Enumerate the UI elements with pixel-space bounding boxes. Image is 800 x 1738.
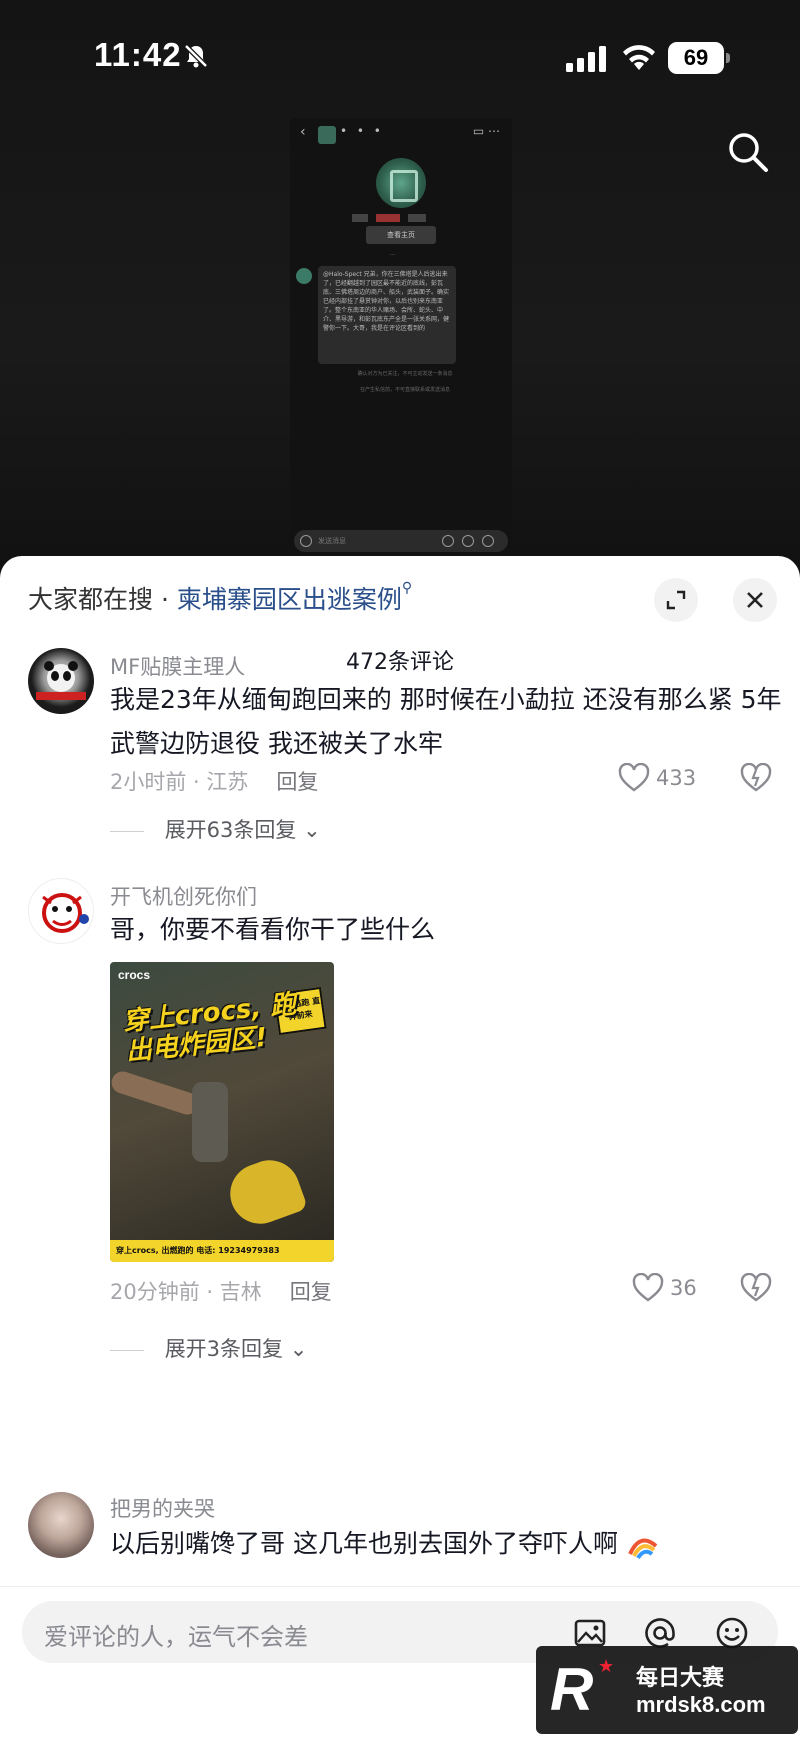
panda-avatar-icon	[36, 661, 86, 700]
avatar[interactable]	[28, 878, 94, 944]
embedded-topbar: ‹ • • • ▭ ⋯	[296, 124, 506, 144]
camera-icon	[300, 535, 312, 547]
heart-icon	[632, 1273, 664, 1302]
battery-indicator: 69	[668, 42, 730, 74]
expand-replies-button[interactable]: 展开3条回复 ⌄	[110, 1333, 308, 1363]
status-bar: 11:42 69	[0, 0, 800, 115]
like-button[interactable]: 433	[618, 763, 696, 793]
heart-icon	[618, 763, 650, 792]
site-watermark: R ★ 每日大赛 mrdsk8.com	[536, 1646, 798, 1734]
embedded-profile-avatar	[376, 158, 426, 208]
watermark-logo: R	[550, 1656, 594, 1723]
expand-sheet-button[interactable]	[654, 578, 698, 622]
comment-time-location: 20分钟前 · 吉林	[110, 1280, 262, 1304]
watermark-title: 每日大赛	[636, 1666, 725, 1691]
reply-button[interactable]: 回复	[290, 1280, 332, 1304]
comment-username[interactable]: 把男的夹哭	[110, 1493, 215, 1523]
crocs-headline: 穿上crocs, 跑出电炸园区!	[121, 989, 298, 1068]
search-icon[interactable]	[726, 130, 770, 174]
cellular-signal-icon	[566, 46, 606, 72]
comment-text: 我是23年从缅甸跑回来的 那时候在小勐拉 还没有那么紧 5年武警边防退役 我还被…	[110, 685, 782, 758]
comment-sheet: 大家都在搜 · 柬埔寨园区出逃案例⚲ 472条评论 MF贴膜主理人 我是23年从	[0, 556, 800, 1738]
comment-username[interactable]: MF贴膜主理人	[110, 651, 245, 681]
close-sheet-button[interactable]	[733, 578, 777, 622]
watermark-url: mrdsk8.com	[636, 1692, 766, 1717]
comment-text: 以后别嘴馋了哥 这几年也别去国外了夺吓人啊	[110, 1522, 790, 1566]
back-arrow-icon: ‹	[300, 124, 306, 140]
like-count: 36	[670, 1276, 697, 1300]
comment-image[interactable]: crocs 园区逃跑 直奔前来 穿上crocs, 跑出电炸园区! 穿上crocs…	[110, 962, 334, 1262]
emoji-icon	[462, 535, 474, 547]
embedded-message-input: 发送消息	[294, 530, 508, 552]
embedded-tag	[376, 214, 400, 222]
image-runner	[192, 1082, 228, 1162]
star-icon: ★	[598, 1656, 615, 1677]
crocs-logo: crocs	[118, 968, 151, 982]
image-shoe	[221, 1151, 309, 1233]
comment-time-location: 2小时前 · 江苏	[110, 770, 249, 794]
dislike-icon[interactable]	[740, 763, 772, 793]
blurred-name: • • •	[340, 124, 384, 138]
crocs-footer: 穿上crocs, 出燃跑的 电话: 19234979383	[110, 1240, 334, 1262]
embedded-tag	[408, 214, 426, 222]
reply-button[interactable]: 回复	[276, 770, 318, 794]
comment-text: 哥，你要不看看你干了些什么	[110, 915, 436, 944]
embedded-tag	[352, 214, 368, 222]
status-time: 11:42	[94, 36, 182, 73]
comment-meta: 2小时前 · 江苏 回复	[110, 766, 318, 796]
rainbow-emoji-icon	[628, 1538, 658, 1560]
mini-avatar	[318, 126, 336, 144]
search-small-icon: ⚲	[401, 580, 413, 596]
clown-avatar-icon	[42, 893, 89, 933]
avatar[interactable]	[28, 1492, 94, 1558]
view-profile-button: 查看主页	[366, 226, 436, 244]
hot-search-term[interactable]: 柬埔寨园区出逃案例	[177, 585, 402, 614]
expand-icon	[666, 590, 686, 610]
voice-icon	[442, 535, 454, 547]
embedded-footnote: 确认对方为已关注，不可主动发送一条消息	[357, 371, 453, 377]
plus-icon	[482, 535, 494, 547]
embedded-footnote: 在产生私信前，不可直接联系或发送消息	[359, 387, 450, 393]
embedded-time: ···	[390, 252, 396, 259]
avatar[interactable]	[28, 648, 94, 714]
more-icon: ▭ ⋯	[472, 124, 500, 138]
embedded-message-bubble: @Halo-Spect 兄弟，你在三佛塔是人后逃出来了，已经翻越到了园区最不能近…	[318, 266, 456, 364]
comment-input-placeholder: 爱评论的人，运气不会差	[44, 1623, 308, 1651]
hot-search-bar[interactable]: 大家都在搜 · 柬埔寨园区出逃案例⚲	[28, 580, 412, 616]
comment-meta: 20分钟前 · 吉林 回复	[110, 1276, 332, 1306]
embedded-message-avatar	[296, 268, 312, 284]
hot-search-prefix: 大家都在搜 ·	[28, 585, 177, 614]
comment-username[interactable]: 开飞机创死你们	[110, 881, 257, 911]
embedded-chat-screenshot: ‹ • • • ▭ ⋯ 查看主页 ··· @Halo-Spect 兄弟，你在三佛…	[290, 118, 512, 558]
bell-muted-icon	[184, 44, 208, 68]
wifi-icon	[623, 45, 655, 70]
video-background: 11:42 69 ‹ • • • ▭ ⋯ 查看主页 ··· @Halo-Spec…	[0, 0, 800, 580]
like-count: 433	[656, 766, 697, 790]
close-icon	[747, 592, 763, 608]
expand-replies-button[interactable]: 展开63条回复 ⌄	[110, 814, 321, 844]
like-button[interactable]: 36	[632, 1273, 697, 1303]
dislike-icon[interactable]	[740, 1273, 772, 1303]
image-arm	[110, 1068, 202, 1118]
